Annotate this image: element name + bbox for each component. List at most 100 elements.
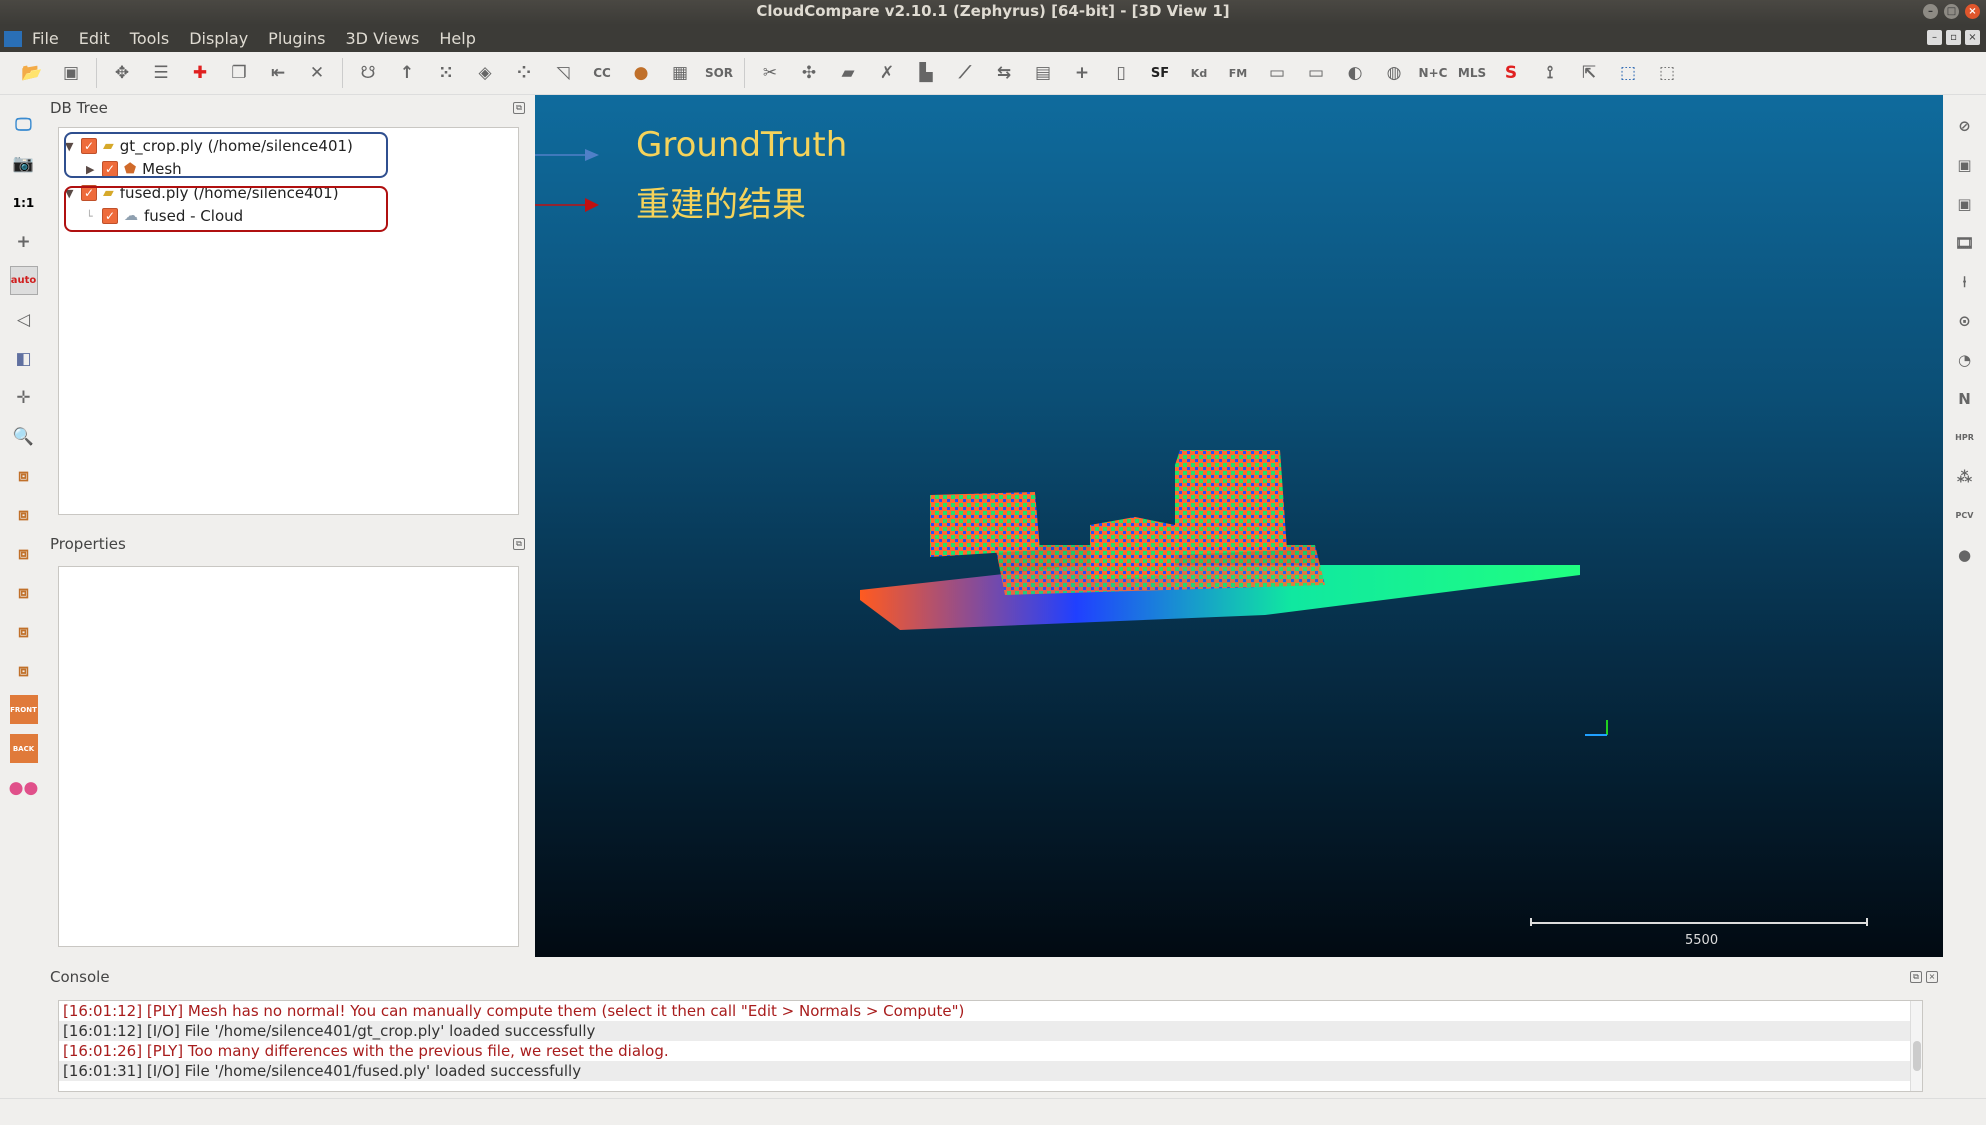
zoom-icon[interactable]: 🔍 bbox=[10, 422, 38, 451]
pin-icon[interactable]: ⍿ bbox=[1951, 267, 1979, 296]
menu-help[interactable]: Help bbox=[439, 29, 475, 48]
no-entry-icon[interactable]: ⊘ bbox=[1951, 111, 1979, 140]
open-icon[interactable]: 📂 bbox=[18, 59, 46, 87]
console-scrollbar[interactable] bbox=[1910, 1001, 1922, 1091]
shader-icon[interactable]: ◔ bbox=[1951, 345, 1979, 374]
plane-icon[interactable]: ▰ bbox=[834, 59, 862, 87]
box-icon[interactable]: ▭ bbox=[1263, 59, 1291, 87]
menu-display[interactable]: Display bbox=[189, 29, 248, 48]
auto-pivot-button[interactable]: auto bbox=[9, 266, 38, 295]
reconstruction-highlight-box bbox=[64, 186, 388, 232]
menu-3d-views[interactable]: 3D Views bbox=[345, 29, 419, 48]
menu-edit[interactable]: Edit bbox=[79, 29, 110, 48]
view-bottom-icon[interactable]: ⧈ bbox=[10, 656, 38, 685]
mesh-icon[interactable]: ◈ bbox=[471, 59, 499, 87]
canupo-create-icon[interactable]: ⬚ bbox=[1614, 59, 1642, 87]
canupo-classify-icon[interactable]: ⬚ bbox=[1653, 59, 1681, 87]
3d-view[interactable]: GroundTruth 重建的结果 5500 bbox=[535, 95, 1943, 957]
clone-icon[interactable]: ❐ bbox=[225, 59, 253, 87]
groundtruth-highlight-box bbox=[64, 132, 388, 178]
view-front-icon[interactable]: ⧈ bbox=[10, 500, 38, 529]
plus-icon[interactable]: + bbox=[1068, 59, 1096, 87]
building-right bbox=[1175, 450, 1287, 555]
hpr-icon[interactable]: HPR bbox=[1951, 423, 1979, 452]
compass-icon[interactable]: ⊙ bbox=[1951, 306, 1979, 335]
right-toolbar: ⊘ ▣ ▣ 🎞 ⍿ ⊙ ◔ N HPR ⁂ PCV ● bbox=[1943, 95, 1986, 957]
point-pick-icon[interactable]: ✚ bbox=[186, 59, 214, 87]
maximize-button[interactable]: □ bbox=[1944, 4, 1959, 19]
mdi-minimize-button[interactable]: – bbox=[1927, 30, 1942, 45]
delete-icon[interactable]: ✕ bbox=[303, 59, 331, 87]
stereo-icon[interactable]: ●● bbox=[9, 773, 39, 802]
sf-icon[interactable]: SF bbox=[1146, 59, 1174, 87]
s2-icon[interactable]: ⟟ bbox=[1536, 59, 1564, 87]
properties-float-button[interactable]: ⧉ bbox=[513, 538, 525, 550]
box2-icon[interactable]: ▭ bbox=[1302, 59, 1330, 87]
fm-icon[interactable]: FM bbox=[1224, 59, 1252, 87]
close-button[interactable]: × bbox=[1965, 4, 1980, 19]
checker-icon[interactable]: ▦ bbox=[666, 59, 694, 87]
kd-icon[interactable]: Kd bbox=[1185, 59, 1213, 87]
view-back-icon[interactable]: ⧈ bbox=[10, 578, 38, 607]
menu-tools[interactable]: Tools bbox=[130, 29, 169, 48]
north-icon[interactable]: N bbox=[1951, 384, 1979, 413]
scrollbar-thumb[interactable] bbox=[1913, 1041, 1921, 1071]
dots-icon[interactable]: ⁂ bbox=[1951, 462, 1979, 491]
table-icon[interactable]: ▤ bbox=[1029, 59, 1057, 87]
pivot-icon[interactable]: ✛ bbox=[10, 383, 38, 412]
console-float-button[interactable]: ⧉ bbox=[1910, 971, 1922, 983]
sor-icon[interactable]: SOR bbox=[705, 59, 733, 87]
mdi-restore-button[interactable]: ▫ bbox=[1946, 30, 1961, 45]
sphere-icon[interactable]: ◐ bbox=[1341, 59, 1369, 87]
s-icon[interactable]: S bbox=[1497, 59, 1525, 87]
cross-section-icon[interactable]: ✗ bbox=[873, 59, 901, 87]
view-right-icon[interactable]: ⧈ bbox=[10, 617, 38, 646]
save-icon[interactable]: ▣ bbox=[57, 59, 85, 87]
console-close-button[interactable]: × bbox=[1926, 971, 1938, 983]
move-icon[interactable]: ✣ bbox=[795, 59, 823, 87]
mls-icon[interactable]: MLS bbox=[1458, 59, 1486, 87]
db-tree-float-button[interactable]: ⧉ bbox=[513, 102, 525, 114]
export-icon[interactable]: ⇱ bbox=[1575, 59, 1603, 87]
menu-bar: File Edit Tools Display Plugins 3D Views… bbox=[0, 25, 1986, 52]
merge-icon[interactable]: ⇤ bbox=[264, 59, 292, 87]
camera-icon[interactable]: 📷 bbox=[10, 149, 38, 178]
minmax-icon[interactable]: ⇆ bbox=[990, 59, 1018, 87]
curve-icon[interactable]: ⟋ bbox=[951, 59, 979, 87]
cc-icon[interactable]: CC bbox=[588, 59, 616, 87]
normals-icon[interactable]: ↑ bbox=[393, 59, 421, 87]
film-icon[interactable]: 🎞 bbox=[1951, 228, 1979, 257]
scissors-icon[interactable]: ✂ bbox=[756, 59, 784, 87]
plus-icon[interactable]: + bbox=[10, 227, 38, 256]
density-icon[interactable]: ◹ bbox=[549, 59, 577, 87]
separator bbox=[744, 58, 745, 88]
menu-file[interactable]: File bbox=[32, 29, 59, 48]
minimize-button[interactable]: – bbox=[1923, 4, 1938, 19]
color-scale-icon[interactable]: ▣ bbox=[1951, 150, 1979, 179]
iso-back-button[interactable]: BACK bbox=[9, 734, 38, 763]
one-to-one-button[interactable]: 1:1 bbox=[10, 188, 38, 217]
n-c-icon[interactable]: N+C bbox=[1419, 59, 1448, 87]
scalar-field-icon[interactable]: ▣ bbox=[1951, 189, 1979, 218]
primitives-icon[interactable]: ● bbox=[627, 59, 655, 87]
subsample-icon[interactable]: ⁘ bbox=[510, 59, 538, 87]
globe-icon[interactable]: ◍ bbox=[1380, 59, 1408, 87]
list-icon[interactable]: ☰ bbox=[147, 59, 175, 87]
rotate-icon[interactable]: ◁ bbox=[10, 305, 38, 334]
calc-icon[interactable]: ▯ bbox=[1107, 59, 1135, 87]
main-toolbar: 📂 ▣ ✥ ☰ ✚ ❐ ⇤ ✕ ☋ ↑ ⁙ ◈ ⁘ ◹ CC ● ▦ SOR ✂… bbox=[0, 52, 1986, 95]
menu-plugins[interactable]: Plugins bbox=[268, 29, 325, 48]
properties-title: Properties bbox=[50, 535, 126, 553]
perspective-icon[interactable]: ◧ bbox=[10, 344, 38, 373]
mdi-close-button[interactable]: × bbox=[1965, 30, 1980, 45]
screen-icon[interactable]: 🖵 bbox=[10, 110, 38, 139]
sample-icon[interactable]: ⁙ bbox=[432, 59, 460, 87]
iso-front-button[interactable]: FRONT bbox=[9, 695, 38, 724]
histogram-icon[interactable]: ▙ bbox=[912, 59, 940, 87]
translate-rotate-icon[interactable]: ✥ bbox=[108, 59, 136, 87]
pcv-icon[interactable]: PCV bbox=[1951, 501, 1979, 530]
sphere-icon[interactable]: ● bbox=[1951, 540, 1979, 569]
view-top-icon[interactable]: ⧈ bbox=[10, 461, 38, 490]
view-left-icon[interactable]: ⧈ bbox=[10, 539, 38, 568]
segment-icon[interactable]: ☋ bbox=[354, 59, 382, 87]
